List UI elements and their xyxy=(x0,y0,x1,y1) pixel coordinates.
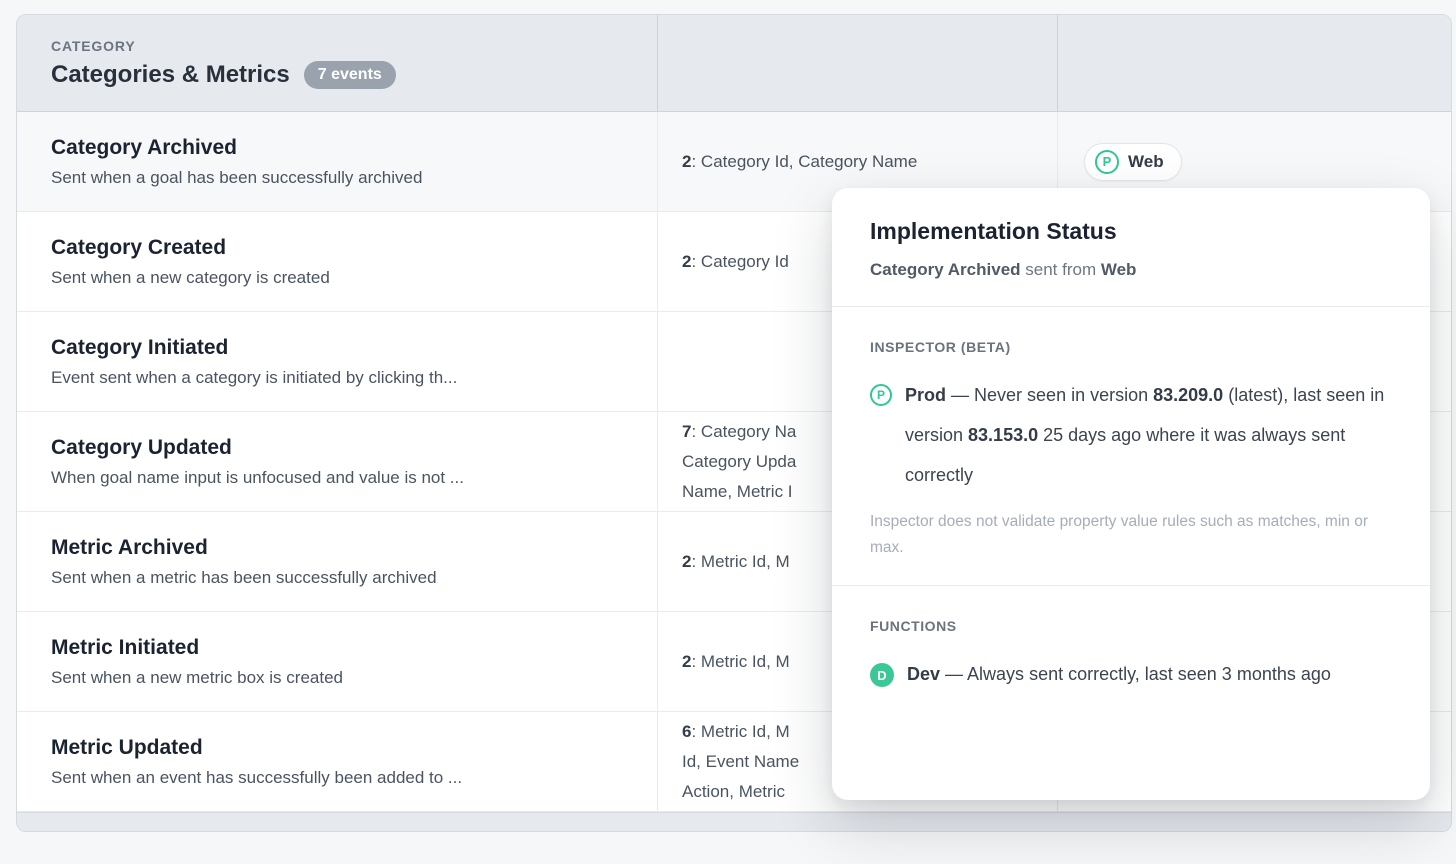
event-cell: Metric Archived Sent when a metric has b… xyxy=(17,512,657,611)
latest-version: 83.209.0 xyxy=(1153,385,1223,405)
properties-summary: 2: Metric Id, M xyxy=(682,547,790,577)
event-name[interactable]: Category Initiated xyxy=(51,336,633,360)
page-title: Categories & Metrics xyxy=(51,61,290,89)
popover-header: Implementation Status Category Archived … xyxy=(832,188,1430,306)
inspector-heading: INSPECTOR (BETA) xyxy=(870,339,1392,355)
properties-list: : Category Na Category Upda Name, Metric… xyxy=(682,422,796,501)
properties-list: : Metric Id, M xyxy=(691,652,789,671)
table-header: CATEGORY Categories & Metrics 7 events xyxy=(17,15,1451,112)
dev-status-text: Dev — Always sent correctly, last seen 3… xyxy=(907,654,1331,694)
properties-summary: 2: Metric Id, M xyxy=(682,647,790,677)
popover-title: Implementation Status xyxy=(870,218,1392,245)
event-description: Sent when a metric has been successfully… xyxy=(51,568,633,588)
table-header-category-cell: CATEGORY Categories & Metrics 7 events xyxy=(17,15,657,111)
dev-env-name: Dev xyxy=(907,664,940,684)
prod-status-text: Prod — Never seen in version 83.209.0 (l… xyxy=(905,375,1392,495)
event-cell: Category Initiated Event sent when a cat… xyxy=(17,312,657,411)
category-kicker: CATEGORY xyxy=(51,38,657,54)
functions-section: FUNCTIONS D Dev — Always sent correctly,… xyxy=(832,586,1430,718)
properties-list: : Metric Id, M xyxy=(691,552,789,571)
event-name[interactable]: Category Updated xyxy=(51,436,633,460)
inspector-section: INSPECTOR (BETA) P Prod — Never seen in … xyxy=(832,307,1430,585)
event-name[interactable]: Metric Initiated xyxy=(51,636,633,660)
popover-event-name: Category Archived xyxy=(870,260,1021,279)
event-name[interactable]: Metric Archived xyxy=(51,536,633,560)
inspector-note: Inspector does not validate property val… xyxy=(870,509,1390,561)
popover-source-name: Web xyxy=(1101,260,1137,279)
popover-subtitle-text: sent from xyxy=(1021,260,1101,279)
dev-status-line: D Dev — Always sent correctly, last seen… xyxy=(870,654,1392,694)
properties-summary: 6: Metric Id, M Id, Event Name Action, M… xyxy=(682,717,799,807)
event-description: Sent when an event has successfully been… xyxy=(51,768,633,788)
source-badge-web[interactable]: P Web xyxy=(1084,143,1182,181)
source-label: Web xyxy=(1128,152,1164,172)
event-description: Sent when a new category is created xyxy=(51,268,633,288)
properties-list: : Category Id xyxy=(691,252,788,271)
table-header-properties-cell xyxy=(657,15,1057,111)
event-description: Sent when a goal has been successfully a… xyxy=(51,168,633,188)
events-count-badge: 7 events xyxy=(304,61,396,89)
dev-circle-icon: D xyxy=(870,663,894,687)
prod-ring-icon: P xyxy=(1095,150,1119,174)
prod-status-line: P Prod — Never seen in version 83.209.0 … xyxy=(870,375,1392,495)
prod-env-name: Prod xyxy=(905,385,946,405)
event-cell: Category Created Sent when a new categor… xyxy=(17,212,657,311)
event-name[interactable]: Category Created xyxy=(51,236,633,260)
properties-list: : Category Id, Category Name xyxy=(691,152,917,171)
implementation-status-popover: Implementation Status Category Archived … xyxy=(832,188,1430,800)
event-cell: Metric Initiated Sent when a new metric … xyxy=(17,612,657,711)
last-seen-version: 83.153.0 xyxy=(968,425,1038,445)
event-description: Event sent when a category is initiated … xyxy=(51,368,633,388)
functions-heading: FUNCTIONS xyxy=(870,618,1392,634)
properties-summary: 2: Category Id xyxy=(682,247,789,277)
prod-ring-icon: P xyxy=(870,384,892,406)
title-row: Categories & Metrics 7 events xyxy=(51,61,657,89)
event-cell: Metric Updated Sent when an event has su… xyxy=(17,712,657,811)
popover-subtitle: Category Archived sent from Web xyxy=(870,260,1392,280)
event-name[interactable]: Metric Updated xyxy=(51,736,633,760)
properties-list: : Metric Id, M Id, Event Name Action, Me… xyxy=(682,722,799,801)
table-footer-strip xyxy=(17,812,1451,831)
properties-summary: 2: Category Id, Category Name xyxy=(682,147,917,177)
event-description: When goal name input is unfocused and va… xyxy=(51,468,633,488)
table-header-sources-cell xyxy=(1057,15,1451,111)
event-cell: Category Archived Sent when a goal has b… xyxy=(17,112,657,211)
event-description: Sent when a new metric box is created xyxy=(51,668,633,688)
event-cell: Category Updated When goal name input is… xyxy=(17,412,657,511)
event-name[interactable]: Category Archived xyxy=(51,136,633,160)
properties-summary: 7: Category Na Category Upda Name, Metri… xyxy=(682,417,796,507)
